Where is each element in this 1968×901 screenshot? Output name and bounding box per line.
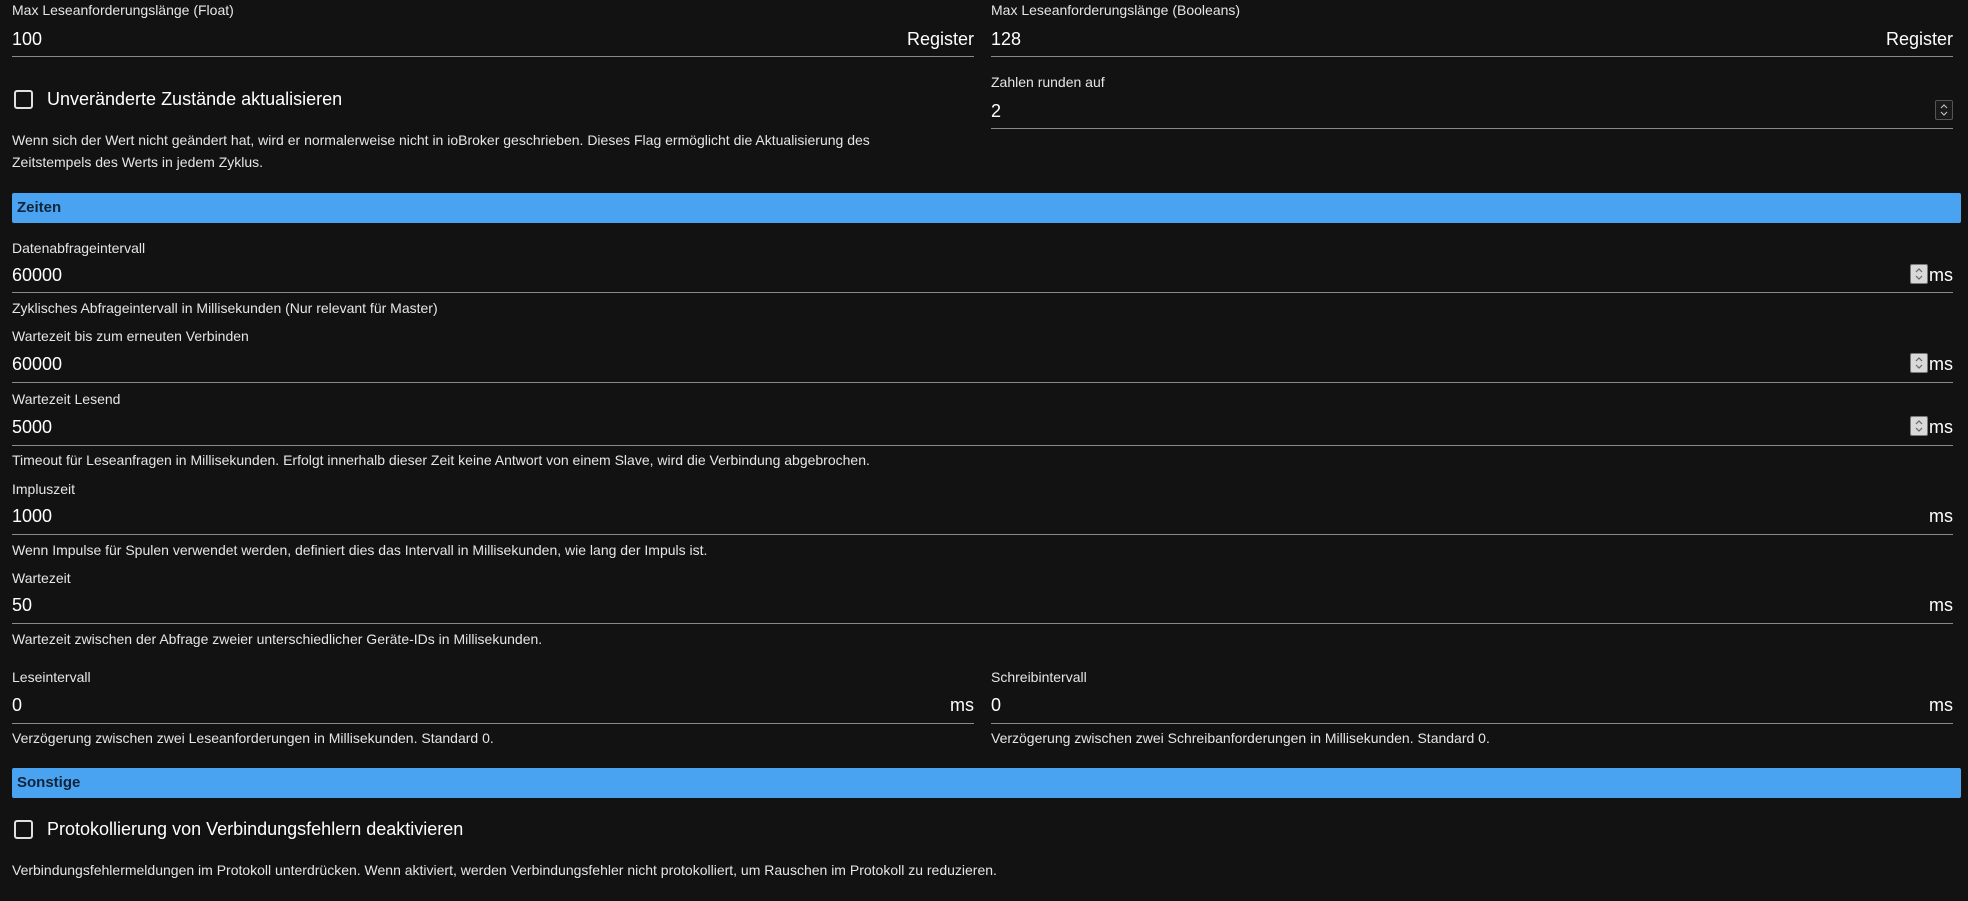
read-timeout-help: Timeout für Leseanfragen in Millisekunde… <box>12 452 870 468</box>
round-input[interactable]: 2 <box>991 98 1953 128</box>
wait-time-help: Wartezeit zwischen der Abfrage zweier un… <box>12 631 543 647</box>
read-interval-input[interactable]: 0 ms <box>12 692 974 722</box>
reconnect-wait-input[interactable]: 60000 ms <box>12 351 1953 381</box>
read-timeout-underline <box>12 445 1953 446</box>
disable-conn-errors-help: Verbindungsfehlermeldungen im Protokoll … <box>12 862 997 878</box>
pulse-time-unit: ms <box>1929 506 1953 526</box>
reconnect-wait-value: 60000 <box>12 354 63 374</box>
pulse-time-input[interactable]: 1000 ms <box>12 503 1953 533</box>
read-interval-help: Verzögerung zwischen zwei Leseanforderun… <box>12 730 494 746</box>
poll-interval-help: Zyklisches Abfrageintervall in Milliseku… <box>12 300 438 316</box>
pulse-time-underline <box>12 534 1953 535</box>
section-header-timing: Zeiten <box>12 193 1961 223</box>
poll-interval-spinner-icon[interactable] <box>1910 264 1928 284</box>
reconnect-wait-label: Wartezeit bis zum erneuten Verbinden <box>12 328 249 344</box>
bool-length-value: 128 <box>991 29 1022 49</box>
disable-conn-errors-label[interactable]: Protokollierung von Verbindungsfehlern d… <box>47 818 463 840</box>
wait-time-label: Wartezeit <box>12 570 71 586</box>
bool-length-label: Max Leseanforderungslänge (Booleans) <box>991 2 1241 18</box>
bool-length-input[interactable]: 128 Register <box>991 26 1953 56</box>
pulse-time-label: Impluszeit <box>12 481 76 497</box>
pulse-time-help: Wenn Impulse für Spulen verwendet werden… <box>12 542 708 558</box>
poll-interval-value: 60000 <box>12 265 63 285</box>
wait-time-underline <box>12 623 1953 624</box>
read-interval-unit: ms <box>950 695 974 715</box>
poll-interval-label: Datenabfrageintervall <box>12 240 146 256</box>
read-interval-label: Leseintervall <box>12 669 91 685</box>
reconnect-wait-spinner-icon[interactable] <box>1910 353 1928 373</box>
update-unchanged-help: Wenn sich der Wert nicht geändert hat, w… <box>12 129 972 173</box>
update-unchanged-label[interactable]: Unveränderte Zustände aktualisieren <box>47 88 342 110</box>
round-underline <box>991 128 1953 129</box>
float-length-label: Max Leseanforderungslänge (Float) <box>12 2 234 18</box>
bool-length-underline <box>991 56 1953 57</box>
write-interval-help: Verzögerung zwischen zwei Schreibanforde… <box>991 730 1490 746</box>
disable-conn-errors-checkbox[interactable] <box>14 820 33 839</box>
read-timeout-label: Wartezeit Lesend <box>12 391 121 407</box>
update-unchanged-help-line1: Wenn sich der Wert nicht geändert hat, w… <box>12 132 870 148</box>
write-interval-input[interactable]: 0 ms <box>991 692 1953 722</box>
update-unchanged-help-line2: Zeitstempels des Werts in jedem Zyklus. <box>12 154 264 170</box>
round-spinner-icon[interactable] <box>1935 100 1953 120</box>
section-header-misc: Sonstige <box>12 768 1961 798</box>
poll-interval-input[interactable]: 60000 ms <box>12 262 1953 292</box>
wait-time-value: 50 <box>12 595 33 615</box>
write-interval-unit: ms <box>1929 695 1953 715</box>
float-length-underline <box>12 56 974 57</box>
write-interval-label: Schreibintervall <box>991 669 1087 685</box>
read-timeout-input[interactable]: 5000 ms <box>12 414 1953 444</box>
pulse-time-value: 1000 <box>12 506 53 526</box>
float-length-input[interactable]: 100 Register <box>12 26 974 56</box>
float-length-unit: Register <box>906 29 974 49</box>
poll-interval-unit: ms <box>1929 265 1953 285</box>
reconnect-wait-underline <box>12 382 1953 383</box>
round-label: Zahlen runden auf <box>991 74 1105 90</box>
read-interval-underline <box>12 723 974 724</box>
read-interval-value: 0 <box>12 695 23 715</box>
round-value: 2 <box>991 101 1002 121</box>
write-interval-value: 0 <box>991 695 1002 715</box>
reconnect-wait-unit: ms <box>1929 354 1953 374</box>
update-unchanged-checkbox[interactable] <box>14 90 33 109</box>
write-interval-underline <box>991 723 1953 724</box>
poll-interval-underline <box>12 292 1953 293</box>
bool-length-unit: Register <box>1885 29 1953 49</box>
wait-time-unit: ms <box>1929 595 1953 615</box>
read-timeout-unit: ms <box>1929 417 1953 437</box>
wait-time-input[interactable]: 50 ms <box>12 592 1953 622</box>
read-timeout-spinner-icon[interactable] <box>1910 416 1928 436</box>
read-timeout-value: 5000 <box>12 417 53 437</box>
float-length-value: 100 <box>12 29 43 49</box>
